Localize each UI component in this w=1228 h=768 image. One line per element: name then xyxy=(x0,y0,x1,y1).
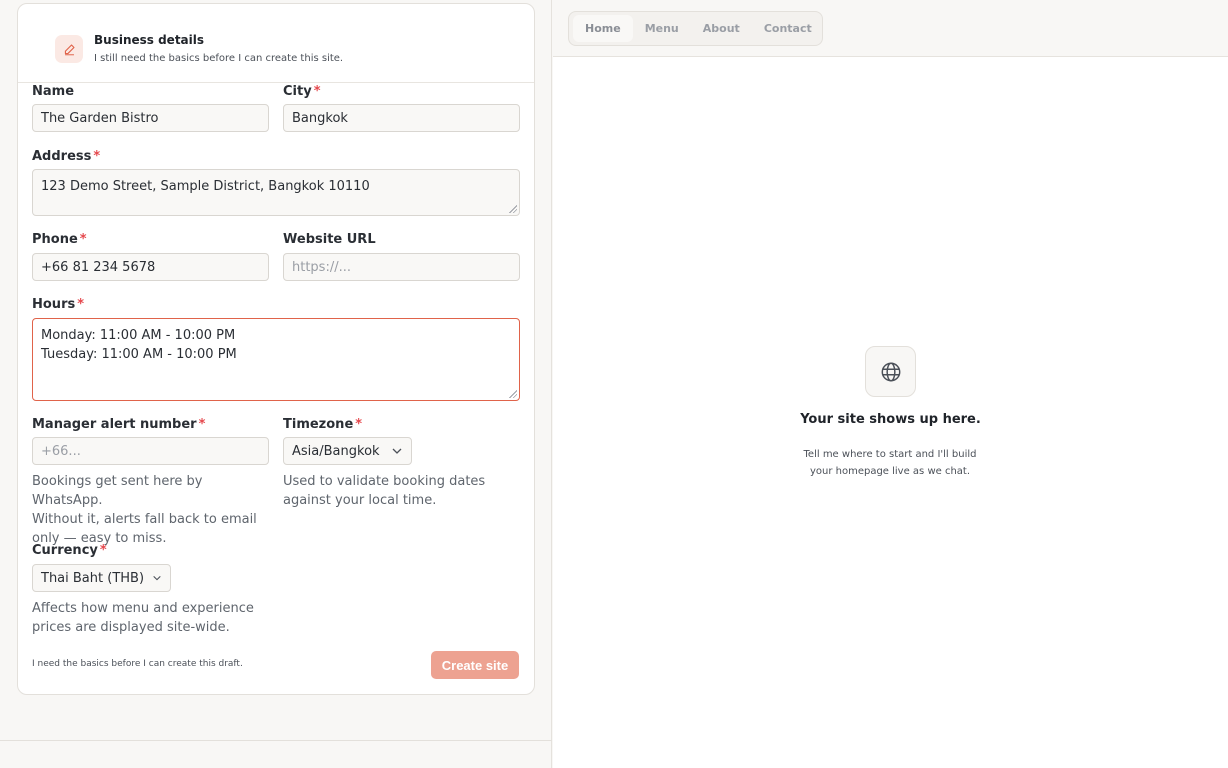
timezone-help: Used to validate booking dates against y… xyxy=(283,474,486,508)
website-label: Website URL xyxy=(283,232,376,247)
nav-home[interactable]: Home xyxy=(573,15,633,42)
timezone-select[interactable]: Asia/Bangkok xyxy=(283,437,412,465)
manager-alert-label: Manager alert number * xyxy=(32,417,206,432)
preview-topbar: Home Menu About Contact xyxy=(553,0,1228,57)
currency-help: Affects how menu and experience prices a… xyxy=(32,601,254,635)
address-label: Address * xyxy=(32,149,101,164)
address-value: 123 Demo Street, Sample District, Bangko… xyxy=(41,179,370,194)
name-label: Name xyxy=(32,84,75,99)
city-input[interactable]: Bangkok xyxy=(283,104,520,132)
divider xyxy=(0,740,552,741)
hours-line: Tuesday: 11:00 AM - 10:00 PM xyxy=(41,347,237,362)
card-subtitle: I still need the basics before I can cre… xyxy=(94,53,344,64)
preview-nav: Home Menu About Contact xyxy=(568,11,823,46)
website-input[interactable]: https://... xyxy=(283,253,520,281)
footer-note: I need the basics before I can create th… xyxy=(32,659,243,669)
hours-label: Hours * xyxy=(32,297,85,312)
hours-textarea[interactable]: Monday: 11:00 AM - 10:00 PM Tuesday: 11:… xyxy=(32,318,520,401)
preview-pane: Home Menu About Contact Your site shows … xyxy=(553,0,1228,768)
address-textarea[interactable]: 123 Demo Street, Sample District, Bangko… xyxy=(32,169,520,216)
currency-label: Currency * xyxy=(32,543,107,558)
chevron-down-icon xyxy=(153,575,161,581)
preview-title: Your site shows up here. xyxy=(800,412,981,427)
create-site-button[interactable]: Create site xyxy=(431,651,519,679)
name-input[interactable]: The Garden Bistro xyxy=(32,104,269,132)
phone-input[interactable]: +66 81 234 5678 xyxy=(32,253,269,281)
manager-alert-help: Bookings get sent here by WhatsApp. With… xyxy=(32,474,257,546)
nav-menu[interactable]: Menu xyxy=(633,15,691,42)
phone-label: Phone * xyxy=(32,232,87,247)
form-pane: Business details I still need the basics… xyxy=(0,0,552,768)
resize-handle[interactable] xyxy=(509,390,517,398)
timezone-label: Timezone * xyxy=(283,417,363,432)
card-title: Business details xyxy=(94,33,205,47)
currency-select[interactable]: Thai Baht (THB) xyxy=(32,564,171,592)
resize-handle[interactable] xyxy=(509,205,517,213)
nav-about[interactable]: About xyxy=(691,15,752,42)
edit-icon xyxy=(55,35,83,63)
manager-alert-input[interactable]: +66... xyxy=(32,437,269,465)
globe-icon xyxy=(865,346,916,397)
city-label: City * xyxy=(283,84,321,99)
card-header: Business details I still need the basics… xyxy=(18,4,534,83)
hours-line: Monday: 11:00 AM - 10:00 PM xyxy=(41,328,236,343)
nav-contact[interactable]: Contact xyxy=(752,15,824,42)
preview-subtitle: Tell me where to start and I'll build yo… xyxy=(803,449,977,477)
chevron-down-icon xyxy=(392,448,402,454)
